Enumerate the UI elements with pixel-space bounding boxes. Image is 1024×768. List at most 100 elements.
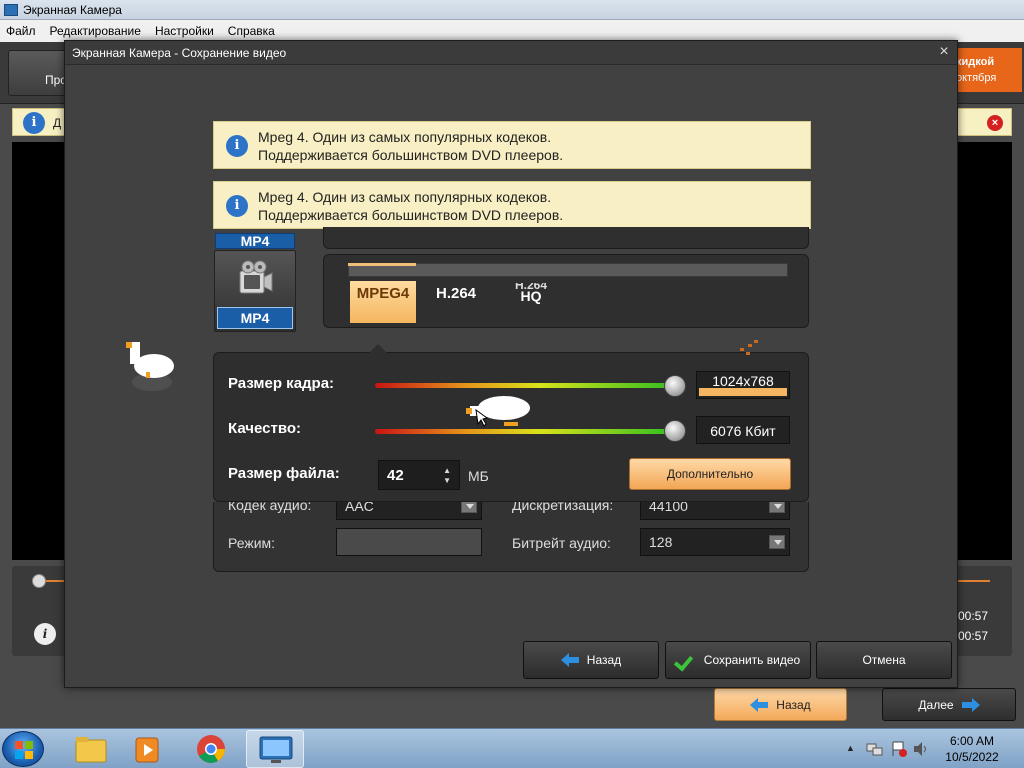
close-icon[interactable]: × xyxy=(937,43,951,61)
windows-logo-icon xyxy=(15,741,33,759)
monitor-icon xyxy=(4,3,18,16)
promo-banner[interactable]: кидкой октября xyxy=(950,48,1022,92)
taskbar: ▲ 6:00 AM 10/5/2022 xyxy=(0,728,1024,768)
sampling-select[interactable]: 44100 xyxy=(640,502,790,520)
audio-codec-label: Кодек аудио: xyxy=(228,502,312,513)
monitor-icon xyxy=(259,736,293,763)
goose-icon xyxy=(126,342,174,391)
media-player-icon xyxy=(135,737,159,763)
taskbar-chrome[interactable] xyxy=(182,730,240,768)
format-label-partial: MP4 xyxy=(215,233,295,249)
folder-icon xyxy=(75,737,107,763)
time-current: 00:57 xyxy=(958,609,989,623)
codec-label: H.264 xyxy=(435,285,477,302)
codec-h264[interactable]: H.264 xyxy=(428,283,484,325)
taskbar-explorer[interactable] xyxy=(62,730,120,768)
info-circle-icon[interactable]: i xyxy=(34,623,56,645)
timeline-handle[interactable] xyxy=(32,574,46,588)
info-icon: i xyxy=(226,135,248,157)
app-menubar: Файл Редактирование Настройки Справка xyxy=(0,20,1024,42)
frame-size-slider[interactable] xyxy=(375,383,675,388)
dropdown-arrow-icon xyxy=(769,502,785,513)
menu-file[interactable]: Файл xyxy=(6,24,36,38)
codec-scrollbar-thumb[interactable] xyxy=(348,263,416,266)
quality-label: Качество: xyxy=(228,420,302,437)
file-size-unit: МБ xyxy=(468,468,489,484)
codec-tooltip: i Mpeg 4. Один из самых популярных кодек… xyxy=(213,181,811,229)
promo-line2: октября xyxy=(956,72,997,84)
dropdown-arrow-icon xyxy=(769,535,785,549)
format-mp4-tile[interactable]: MP4 xyxy=(214,250,296,332)
dialog-title: Экранная Камера - Сохранение видео xyxy=(72,46,287,60)
app-titlebar: Экранная Камера xyxy=(0,0,1024,20)
dialog-titlebar: Экранная Камера - Сохранение видео × xyxy=(65,41,957,65)
codec-label: MPEG4 xyxy=(356,285,410,302)
info-icon: i xyxy=(226,195,248,217)
frame-size-label: Размер кадра: xyxy=(228,375,335,392)
tooltip-line2: Поддерживается большинством DVD плееров. xyxy=(258,147,564,163)
codec-mpeg4[interactable]: MPEG4 xyxy=(350,281,416,323)
menu-help[interactable]: Справка xyxy=(228,24,275,38)
start-button[interactable] xyxy=(2,731,44,767)
taskbar-media-player[interactable] xyxy=(120,730,178,768)
file-size-stepper[interactable]: 42 ▲ ▼ xyxy=(378,460,460,490)
volume-icon[interactable] xyxy=(912,741,930,757)
tooltip-line1: Mpeg 4. Один из самых популярных кодеков… xyxy=(258,189,552,205)
audio-codec-select[interactable]: AAC xyxy=(336,502,482,520)
promo-line1: кидкой xyxy=(956,56,995,68)
menu-settings[interactable]: Настройки xyxy=(155,24,214,38)
advanced-button[interactable]: Дополнительно xyxy=(629,458,791,490)
toolbar-button[interactable]: Про xyxy=(8,50,72,96)
arrow-left-icon xyxy=(750,697,769,712)
quality-slider-handle[interactable] xyxy=(664,420,686,442)
time-total: 00:57 xyxy=(958,629,989,643)
save-video-button[interactable]: Сохранить видео xyxy=(665,641,811,679)
stepper-arrows-icon[interactable]: ▲ ▼ xyxy=(443,466,451,486)
arrow-left-icon xyxy=(560,653,579,667)
quality-value: 6076 Кбит xyxy=(696,416,790,444)
arrow-right-icon xyxy=(961,697,980,712)
clock-date: 10/5/2022 xyxy=(945,750,999,764)
app-back-button[interactable]: Назад xyxy=(714,688,847,721)
file-size-label: Размер файла: xyxy=(228,465,340,482)
app-info-text: Д xyxy=(53,116,62,130)
action-center-icon[interactable] xyxy=(890,741,908,757)
cancel-button[interactable]: Отмена xyxy=(816,641,952,679)
checkmark-icon xyxy=(676,653,696,667)
clock[interactable]: 6:00 AM 10/5/2022 xyxy=(932,733,1012,765)
goose-icon xyxy=(466,396,530,427)
show-hidden-icons[interactable]: ▲ xyxy=(846,743,855,753)
mode-select[interactable] xyxy=(336,528,482,556)
info-icon: i xyxy=(23,112,45,134)
frame-size-slider-handle[interactable] xyxy=(664,375,686,397)
sampling-label: Дискретизация: xyxy=(512,502,614,513)
codec-selector: MPEG4 H.264 H.264 HQ xyxy=(323,254,809,328)
panel-pointer xyxy=(369,344,387,353)
cancel-label: Отмена xyxy=(862,653,906,667)
bitrate-label: Битрейт аудио: xyxy=(512,535,611,551)
back-button[interactable]: Назад xyxy=(523,641,659,679)
clock-time: 6:00 AM xyxy=(949,734,995,748)
app-back-label: Назад xyxy=(776,697,811,712)
tooltip-line2: Поддерживается большинством DVD плееров. xyxy=(258,207,564,223)
dropdown-arrow-icon xyxy=(461,502,477,513)
video-camera-icon xyxy=(239,260,273,294)
system-tray: ▲ 6:00 AM 10/5/2022 xyxy=(840,729,1024,768)
close-info-icon[interactable]: × xyxy=(987,115,1003,131)
bitrate-select[interactable]: 128 xyxy=(640,528,790,556)
audio-codec-value: AAC xyxy=(345,502,374,514)
goose-footprints-icon xyxy=(740,340,758,355)
codec-label-bottom: HQ xyxy=(520,288,542,304)
frame-size-value: 1024x768 xyxy=(696,371,790,399)
app-next-button[interactable]: Далее xyxy=(882,688,1016,721)
network-icon[interactable] xyxy=(866,741,884,757)
bitrate-value: 128 xyxy=(649,534,673,550)
format-label: MP4 xyxy=(217,307,293,329)
taskbar-screen-camera[interactable] xyxy=(246,730,304,768)
menu-edit[interactable]: Редактирование xyxy=(50,24,141,38)
back-label: Назад xyxy=(586,653,622,667)
tooltip-line1: Mpeg 4. Один из самых популярных кодеков… xyxy=(258,129,552,145)
app-title: Экранная Камера xyxy=(23,2,122,17)
codec-h264-hq[interactable]: H.264 HQ xyxy=(500,283,562,325)
audio-settings-panel: Кодек аудио: AAC Дискретизация: 44100 Ре… xyxy=(213,502,809,572)
